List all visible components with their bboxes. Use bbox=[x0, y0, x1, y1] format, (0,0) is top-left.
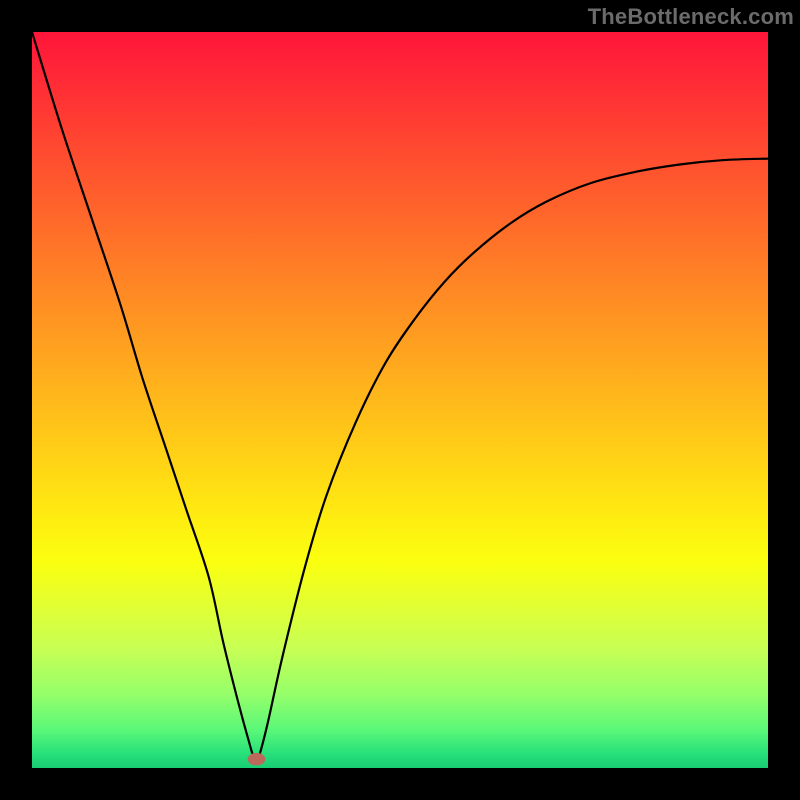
bottleneck-curve bbox=[32, 32, 768, 761]
optimum-marker bbox=[248, 753, 266, 766]
plot-area bbox=[32, 32, 768, 768]
plot-svg bbox=[32, 32, 768, 768]
watermark-text: TheBottleneck.com bbox=[588, 4, 794, 30]
chart-stage: TheBottleneck.com bbox=[0, 0, 800, 800]
